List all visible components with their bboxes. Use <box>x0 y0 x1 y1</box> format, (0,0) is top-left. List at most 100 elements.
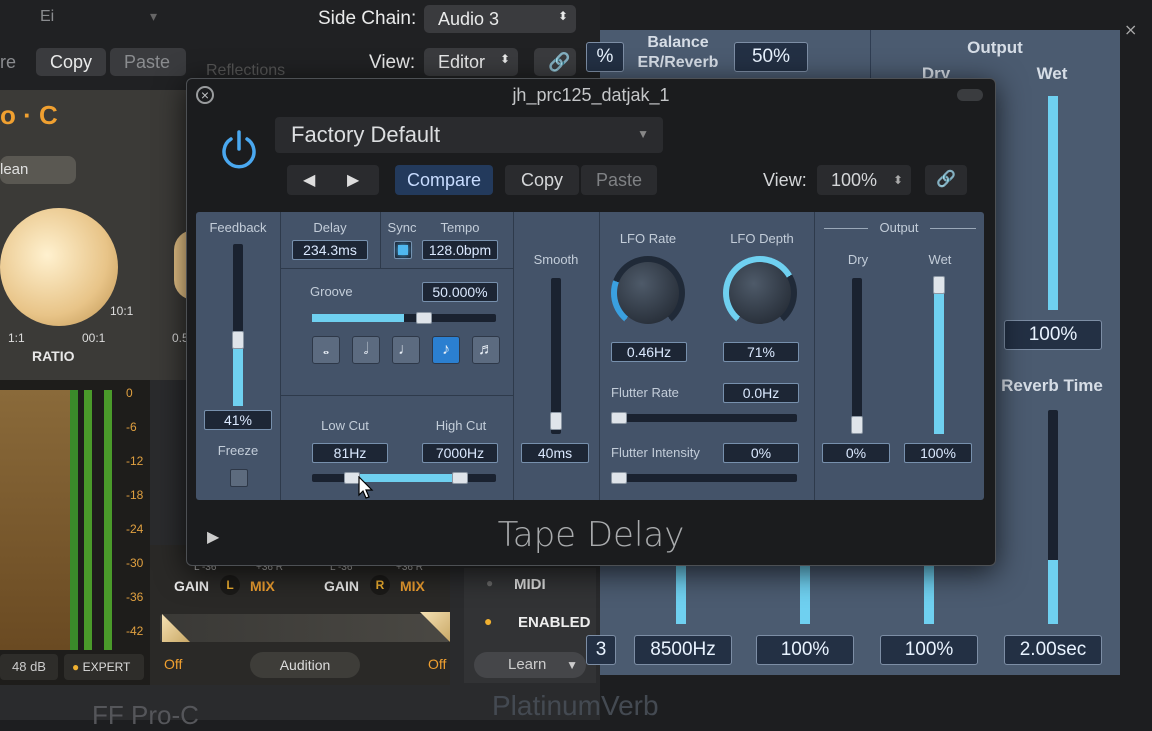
left-box-value[interactable]: % <box>586 42 624 72</box>
balance-value[interactable]: 50% <box>734 42 808 72</box>
paste-label: Paste <box>595 170 643 190</box>
delay-value[interactable]: 234.3ms <box>292 240 368 260</box>
smooth-slider[interactable] <box>551 278 561 434</box>
link-icon: 🔗 <box>548 52 571 72</box>
plat-bottom-value[interactable]: 100% <box>756 635 854 665</box>
host-view-dropdown[interactable]: Editor ⬍ <box>424 48 518 76</box>
ratio-left: 1:1 <box>8 331 25 345</box>
preset-nav: ◀ ▶ <box>287 165 379 195</box>
wet-slider[interactable] <box>934 278 944 434</box>
power-button[interactable] <box>217 127 261 171</box>
lfo-depth-knob[interactable] <box>723 256 797 330</box>
copy-button[interactable]: Copy <box>505 165 579 195</box>
lfo-rate-value[interactable]: 0.46Hz <box>611 342 687 362</box>
zoom-dropdown[interactable]: 100% ⬍ <box>817 165 911 195</box>
window-resize-button[interactable] <box>957 89 983 101</box>
proc-mix-slider[interactable] <box>160 614 450 642</box>
lfo-section: LFO Rate 0.46Hz LFO Depth 71% Flutter Ra… <box>599 212 815 500</box>
dry-value[interactable]: 0% <box>822 443 890 463</box>
dry-slider[interactable] <box>852 278 862 434</box>
side-chain-label: Side Chain: <box>318 8 417 29</box>
meter-scale-label: -42 <box>126 624 144 638</box>
plat-slider[interactable] <box>924 564 934 624</box>
ratio-knob[interactable] <box>0 208 118 326</box>
plat-slider[interactable] <box>800 564 810 624</box>
smooth-label: Smooth <box>533 252 579 267</box>
plat-wet-slider[interactable] <box>1048 96 1058 310</box>
host-paste-label: Paste <box>124 52 171 72</box>
close-button[interactable]: × <box>196 86 214 104</box>
high-cut-handle[interactable] <box>452 472 468 484</box>
sync-button[interactable] <box>394 241 412 259</box>
plat-output-label: Output <box>967 38 1023 57</box>
meter-scale-label: -12 <box>126 454 144 468</box>
lfo-rate-knob[interactable] <box>611 256 685 330</box>
whole-note-button[interactable]: 𝅝 <box>312 336 340 364</box>
sixteenth-note-button[interactable]: ♬ <box>472 336 500 364</box>
prev-preset-button[interactable]: ◀ <box>303 170 315 190</box>
flutter-intensity-slider[interactable] <box>611 474 797 482</box>
output-label: Output <box>879 220 919 235</box>
preset-dropdown[interactable]: Factory Default ▼ <box>275 117 663 153</box>
flutter-rate-slider[interactable] <box>611 414 797 422</box>
groove-value[interactable]: 50.000% <box>422 282 498 302</box>
flutter-rate-handle[interactable] <box>611 412 627 424</box>
feedback-slider-handle[interactable] <box>232 330 244 349</box>
slider-fill <box>1048 559 1058 624</box>
updown-icon: ⬍ <box>499 52 510 66</box>
smooth-slider-handle[interactable] <box>550 412 562 430</box>
plat-slider[interactable] <box>676 564 686 624</box>
sixteenth-note-icon: ♬ <box>478 341 494 358</box>
enabled-label[interactable]: ENABLED <box>518 614 591 631</box>
reverb-time-value[interactable]: 2.00sec <box>1004 635 1102 665</box>
paste-button[interactable]: Paste <box>581 165 657 195</box>
expert-button[interactable]: ● EXPERT <box>64 654 144 680</box>
tempo-value[interactable]: 128.0bpm <box>422 240 498 260</box>
flutter-intensity-label: Flutter Intensity <box>611 445 700 460</box>
lfo-depth-value[interactable]: 71% <box>723 342 799 362</box>
quarter-note-button[interactable]: ♩ <box>392 336 420 364</box>
wet-slider-handle[interactable] <box>933 276 945 294</box>
eighth-note-button[interactable]: ♪ <box>432 336 460 364</box>
bg-fragment: re <box>0 52 17 72</box>
flutter-intensity-handle[interactable] <box>611 472 627 484</box>
proc-logo: o · C <box>0 100 58 130</box>
plat-bottom-fragment[interactable]: 3 <box>586 635 616 665</box>
proc-meter-graph <box>0 390 70 650</box>
feedback-slider[interactable] <box>233 244 243 406</box>
flutter-rate-value[interactable]: 0.0Hz <box>723 383 799 403</box>
learn-button[interactable]: Learn ▼ <box>474 652 586 678</box>
next-preset-button[interactable]: ▶ <box>347 170 359 190</box>
wet-value[interactable]: 100% <box>904 443 972 463</box>
freeze-checkbox[interactable] <box>230 469 248 487</box>
link-button[interactable]: 🔗 <box>925 165 967 195</box>
host-paste-button[interactable]: Paste <box>110 48 186 76</box>
host-link-button[interactable]: 🔗 <box>534 48 576 76</box>
reverb-time-slider[interactable] <box>1048 410 1058 624</box>
cut-range-slider[interactable] <box>312 474 496 482</box>
right-badge[interactable]: R <box>370 575 390 595</box>
left-badge[interactable]: L <box>220 575 240 595</box>
quarter-note-icon: ♩ <box>398 341 414 358</box>
tempo-label: Tempo <box>440 220 480 235</box>
copy-label: Copy <box>520 170 564 190</box>
low-cut-value[interactable]: 81Hz <box>312 443 388 463</box>
feedback-value[interactable]: 41% <box>204 410 272 430</box>
dry-slider-handle[interactable] <box>851 416 863 434</box>
close-icon[interactable]: ⨯ <box>1124 20 1152 44</box>
groove-slider[interactable] <box>312 314 496 322</box>
plat-bottom-value[interactable]: 100% <box>880 635 978 665</box>
compare-button[interactable]: Compare <box>395 165 493 195</box>
smooth-section: Smooth 40ms <box>513 212 600 500</box>
half-note-button[interactable]: 𝅗𝅥 <box>352 336 380 364</box>
high-cut-value[interactable]: 7000Hz <box>422 443 498 463</box>
plat-wet-value[interactable]: 100% <box>1004 320 1102 350</box>
proc-mode-button[interactable]: lean <box>0 156 76 184</box>
flutter-intensity-value[interactable]: 0% <box>723 443 799 463</box>
groove-slider-handle[interactable] <box>416 312 432 324</box>
smooth-value[interactable]: 40ms <box>521 443 589 463</box>
plat-bottom-value[interactable]: 8500Hz <box>634 635 732 665</box>
host-copy-button[interactable]: Copy <box>36 48 106 76</box>
side-chain-dropdown[interactable]: Audio 3 ⬍ <box>424 5 576 33</box>
audition-button[interactable]: Audition <box>250 652 360 678</box>
